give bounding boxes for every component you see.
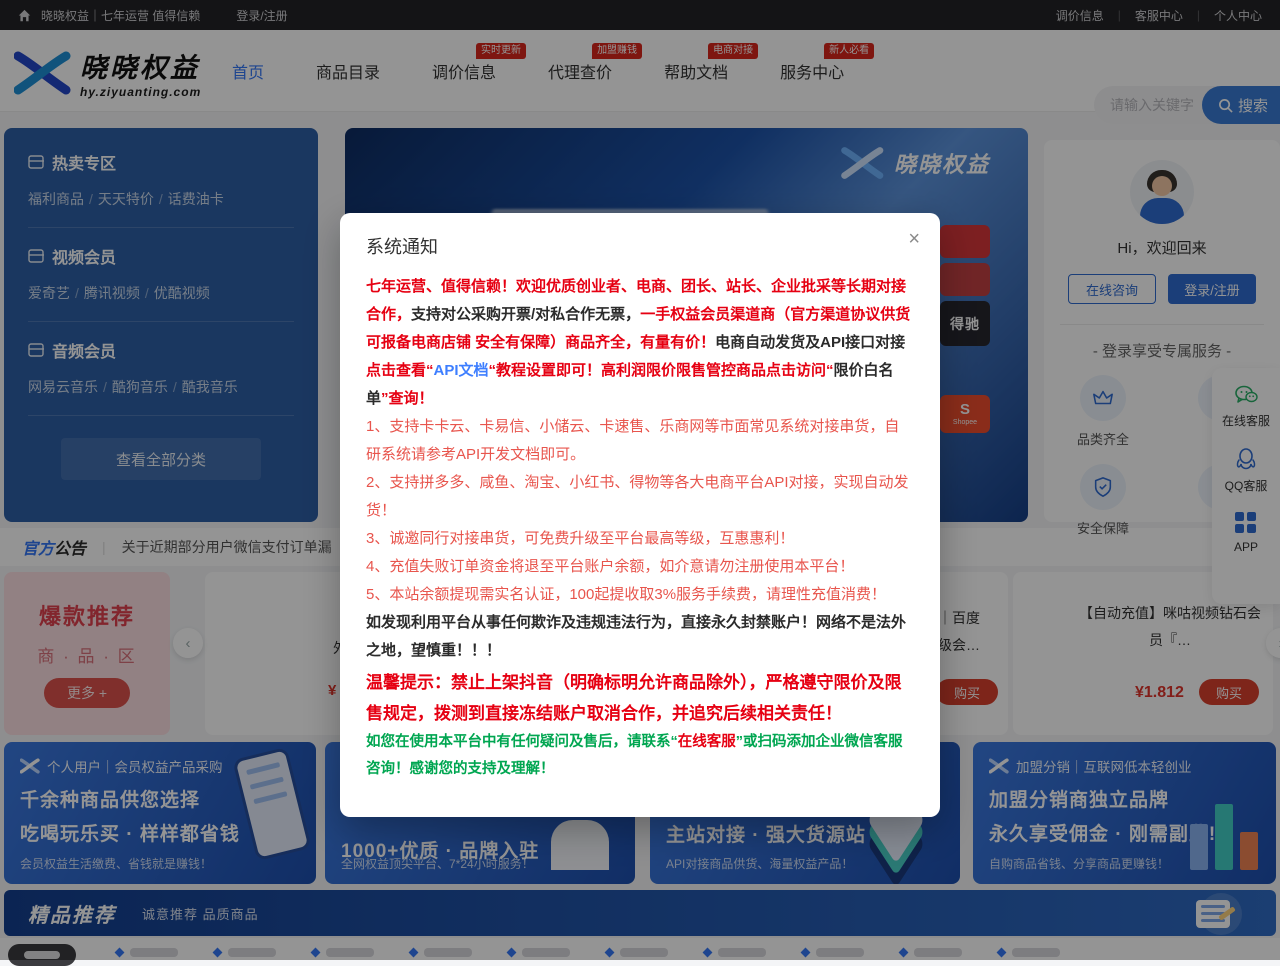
modal-text-span: ”查询！ bbox=[381, 390, 434, 407]
modal-text-span: 3、诚邀同行对接串货，可免费升级至平台最高等级，互惠惠利！ bbox=[366, 530, 794, 547]
system-notice-modal: 系统通知 × 七年运营、值得信赖！欢迎优质创业者、电商、团长、站长、企业批采等长… bbox=[340, 213, 940, 817]
modal-text-span: 5、本站余额提现需实名认证，100起提收取3%服务手续费，请理性充值消费！ bbox=[366, 586, 886, 603]
modal-paragraph: 如您在使用本平台中有任何疑问及售后，请联系“在线客服”或扫码添加企业微信客服咨询… bbox=[366, 729, 914, 783]
modal-paragraph: 温馨提示：禁止上架抖音（明确标明允许商品除外），严格遵守限价及限售规定，拨测到直… bbox=[366, 667, 914, 729]
modal-text-span: 如您在使用本平台中有任何疑问及售后，请联系“ bbox=[366, 734, 678, 750]
modal-text-span: 1、支持卡卡云、卡易信、小储云、卡速售、乐商网等市面常见系统对接串货，自研系统请… bbox=[366, 418, 899, 463]
modal-paragraph: 1、支持卡卡云、卡易信、小储云、卡速售、乐商网等市面常见系统对接串货，自研系统请… bbox=[366, 413, 914, 469]
modal-text-span: 点击查看“ bbox=[366, 362, 434, 379]
modal-paragraph: 4、充值失败订单资金将退至平台账户余额，如介意请勿注册使用本平台！ bbox=[366, 553, 914, 581]
api-doc-link[interactable]: API文档 bbox=[434, 362, 489, 379]
modal-paragraph: 如发现利用平台从事任何欺诈及违规违法行为，直接永久封禁账户！网络不是法外之地，望… bbox=[366, 609, 914, 665]
modal-paragraph: 3、诚邀同行对接串货，可免费升级至平台最高等级，互惠惠利！ bbox=[366, 525, 914, 553]
modal-text-span: 在线客服 bbox=[678, 734, 736, 750]
modal-text-span: “教程设置即可！高利润限价限售管控商品点击访问“ bbox=[489, 362, 834, 379]
modal-text-span: 电商自动发货及API接口对接 bbox=[715, 334, 905, 351]
modal-body: 七年运营、值得信赖！欢迎优质创业者、电商、团长、站长、企业批采等长期对接合作，支… bbox=[366, 273, 914, 783]
modal-paragraph: 2、支持拼多多、咸鱼、淘宝、小红书、得物等各大电商平台API对接，实现自动发货！ bbox=[366, 469, 914, 525]
modal-title: 系统通知 bbox=[366, 233, 914, 259]
modal-paragraph: 七年运营、值得信赖！欢迎优质创业者、电商、团长、站长、企业批采等长期对接合作，支… bbox=[366, 273, 914, 413]
close-icon[interactable]: × bbox=[908, 229, 920, 249]
modal-text-span: 温馨提示：禁止上架抖音（明确标明允许商品除外），严格遵守限价及限售规定，拨测到直… bbox=[366, 673, 902, 723]
modal-text-span: 如发现利用平台从事任何欺诈及违规违法行为，直接永久封禁账户！网络不是法外之地，望… bbox=[366, 614, 906, 659]
modal-text-span: 支持对公采购开票/对私合作无票， bbox=[411, 306, 640, 323]
modal-text-span: 2、支持拼多多、咸鱼、淘宝、小红书、得物等各大电商平台API对接，实现自动发货！ bbox=[366, 474, 909, 519]
modal-text-span: 4、充值失败订单资金将退至平台账户余额，如介意请勿注册使用本平台！ bbox=[366, 558, 854, 575]
modal-paragraph: 5、本站余额提现需实名认证，100起提收取3%服务手续费，请理性充值消费！ bbox=[366, 581, 914, 609]
